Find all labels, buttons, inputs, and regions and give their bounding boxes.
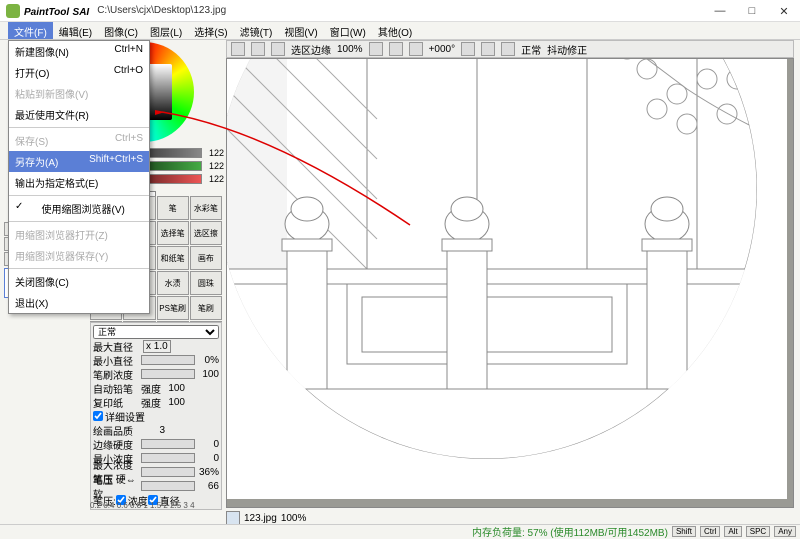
zoom-fit-icon[interactable] [409, 42, 423, 56]
size-ruler: 0.2 0.4 0.6 0.8 1 1.5 2 2.5 3 4 [90, 501, 195, 510]
key-indicator: Ctrl [700, 526, 720, 537]
memory-status: 内存负荷量: 57% (使用112MB/可用1452MB) [472, 524, 668, 539]
flip-icon[interactable] [501, 42, 515, 56]
key-indicator: SPC [746, 526, 770, 537]
zoom-out-icon[interactable] [369, 42, 383, 56]
menu-filter[interactable]: 滤镜(T) [234, 22, 279, 39]
menu-item: 保存(S)Ctrl+S [9, 130, 149, 151]
minsize-slider[interactable] [141, 355, 195, 365]
brush-properties-panel: 正常 最大直径x 1.0 最小直径0% 笔刷浓度100 自动铅笔强度100 复印… [90, 322, 222, 510]
brush-tool-button[interactable]: 水渍 [157, 271, 189, 295]
brush-tool-button[interactable]: 笔 [157, 196, 189, 220]
key-indicator: Alt [724, 526, 741, 537]
brush-tool-button[interactable]: 和纸笔 [157, 246, 189, 270]
hard-slider[interactable] [141, 481, 195, 491]
menu-item[interactable]: 退出(X) [9, 292, 149, 313]
menu-bar: 文件(F) 编辑(E) 图像(C) 图层(L) 选择(S) 滤镜(T) 视图(V… [0, 22, 800, 40]
file-tab-icon[interactable] [226, 511, 240, 525]
menu-item[interactable]: 新建图像(N)Ctrl+N [9, 41, 149, 62]
menu-edit[interactable]: 编辑(E) [53, 22, 98, 39]
menu-view[interactable]: 视图(V) [278, 22, 323, 39]
menu-item: 用缩图浏览器打开(Z) [9, 224, 149, 245]
brush-tool-button[interactable]: 选区擦 [190, 221, 222, 245]
menu-item[interactable]: 输出为指定格式(E) [9, 172, 149, 193]
app-name: PaintTool SAI [24, 4, 89, 18]
rotate-cw-icon[interactable] [481, 42, 495, 56]
close-button[interactable]: ✕ [768, 0, 800, 22]
menu-image[interactable]: 图像(C) [98, 22, 144, 39]
menu-item[interactable]: 另存为(A)Shift+Ctrl+S [9, 151, 149, 172]
angle-value[interactable]: +000° [429, 44, 456, 55]
menu-item[interactable]: ✓ 使用缩图浏览器(V) [9, 198, 149, 219]
canvas-toolbar: 选区边缘 100% +000° 正常 抖动修正 [226, 40, 794, 58]
key-indicator: Shift [672, 526, 696, 537]
selection-edge-label: 选区边缘 [291, 42, 331, 57]
file-tab-name[interactable]: 123.jpg [244, 513, 277, 524]
blend-mode[interactable]: 正常 [521, 42, 541, 57]
maxpres-slider[interactable] [141, 467, 195, 477]
menu-file[interactable]: 文件(F) [8, 22, 53, 39]
blend-mode-select[interactable]: 正常 [93, 325, 219, 339]
brush-tool-button[interactable]: PS笔刷 [157, 296, 189, 320]
zoom-value[interactable]: 100% [337, 44, 363, 55]
canvas-viewport[interactable] [226, 58, 794, 508]
tool-icon[interactable] [231, 42, 245, 56]
menu-item[interactable]: 最近使用文件(R) [9, 104, 149, 125]
menu-item: 粘贴到新图像(V) [9, 83, 149, 104]
file-path: C:\Users\cjx\Desktop\123.jpg [97, 5, 226, 16]
minimize-button[interactable]: — [704, 0, 736, 22]
menu-layer[interactable]: 图层(L) [144, 22, 188, 39]
menu-window[interactable]: 窗口(W) [324, 22, 372, 39]
key-indicator: Any [774, 526, 796, 537]
menu-other[interactable]: 其他(O) [372, 22, 418, 39]
title-bar: PaintTool SAI C:\Users\cjx\Desktop\123.j… [0, 0, 800, 22]
artwork-lineart [227, 59, 787, 499]
menu-select[interactable]: 选择(S) [188, 22, 233, 39]
minden-slider[interactable] [141, 453, 195, 463]
edge-slider[interactable] [141, 439, 195, 449]
canvas[interactable] [227, 59, 787, 499]
density-slider[interactable] [141, 369, 195, 379]
file-tab-zoom: 100% [281, 513, 307, 524]
maximize-button[interactable]: □ [736, 0, 768, 22]
brush-tool-button[interactable]: 笔刷 [190, 296, 222, 320]
brush-tool-button[interactable]: 选择笔 [157, 221, 189, 245]
detail-checkbox[interactable] [93, 411, 103, 421]
menu-item: 用缩图浏览器保存(Y) [9, 245, 149, 266]
brush-tool-button[interactable]: 圆珠 [190, 271, 222, 295]
status-bar: 内存负荷量: 57% (使用112MB/可用1452MB) Shift Ctrl… [0, 524, 800, 538]
menu-item[interactable]: 打开(O)Ctrl+O [9, 62, 149, 83]
size-mult[interactable]: x 1.0 [143, 340, 171, 353]
brush-tool-button[interactable]: 水彩笔 [190, 196, 222, 220]
tool-icon[interactable] [251, 42, 265, 56]
tool-icon[interactable] [271, 42, 285, 56]
rotate-ccw-icon[interactable] [461, 42, 475, 56]
file-dropdown-menu: 新建图像(N)Ctrl+N打开(O)Ctrl+O粘贴到新图像(V)最近使用文件(… [8, 40, 150, 314]
zoom-in-icon[interactable] [389, 42, 403, 56]
stabilizer-label: 抖动修正 [547, 42, 587, 57]
brush-tool-button[interactable]: 画布 [190, 246, 222, 270]
menu-item[interactable]: 关闭图像(C) [9, 271, 149, 292]
app-logo-icon [6, 4, 20, 18]
